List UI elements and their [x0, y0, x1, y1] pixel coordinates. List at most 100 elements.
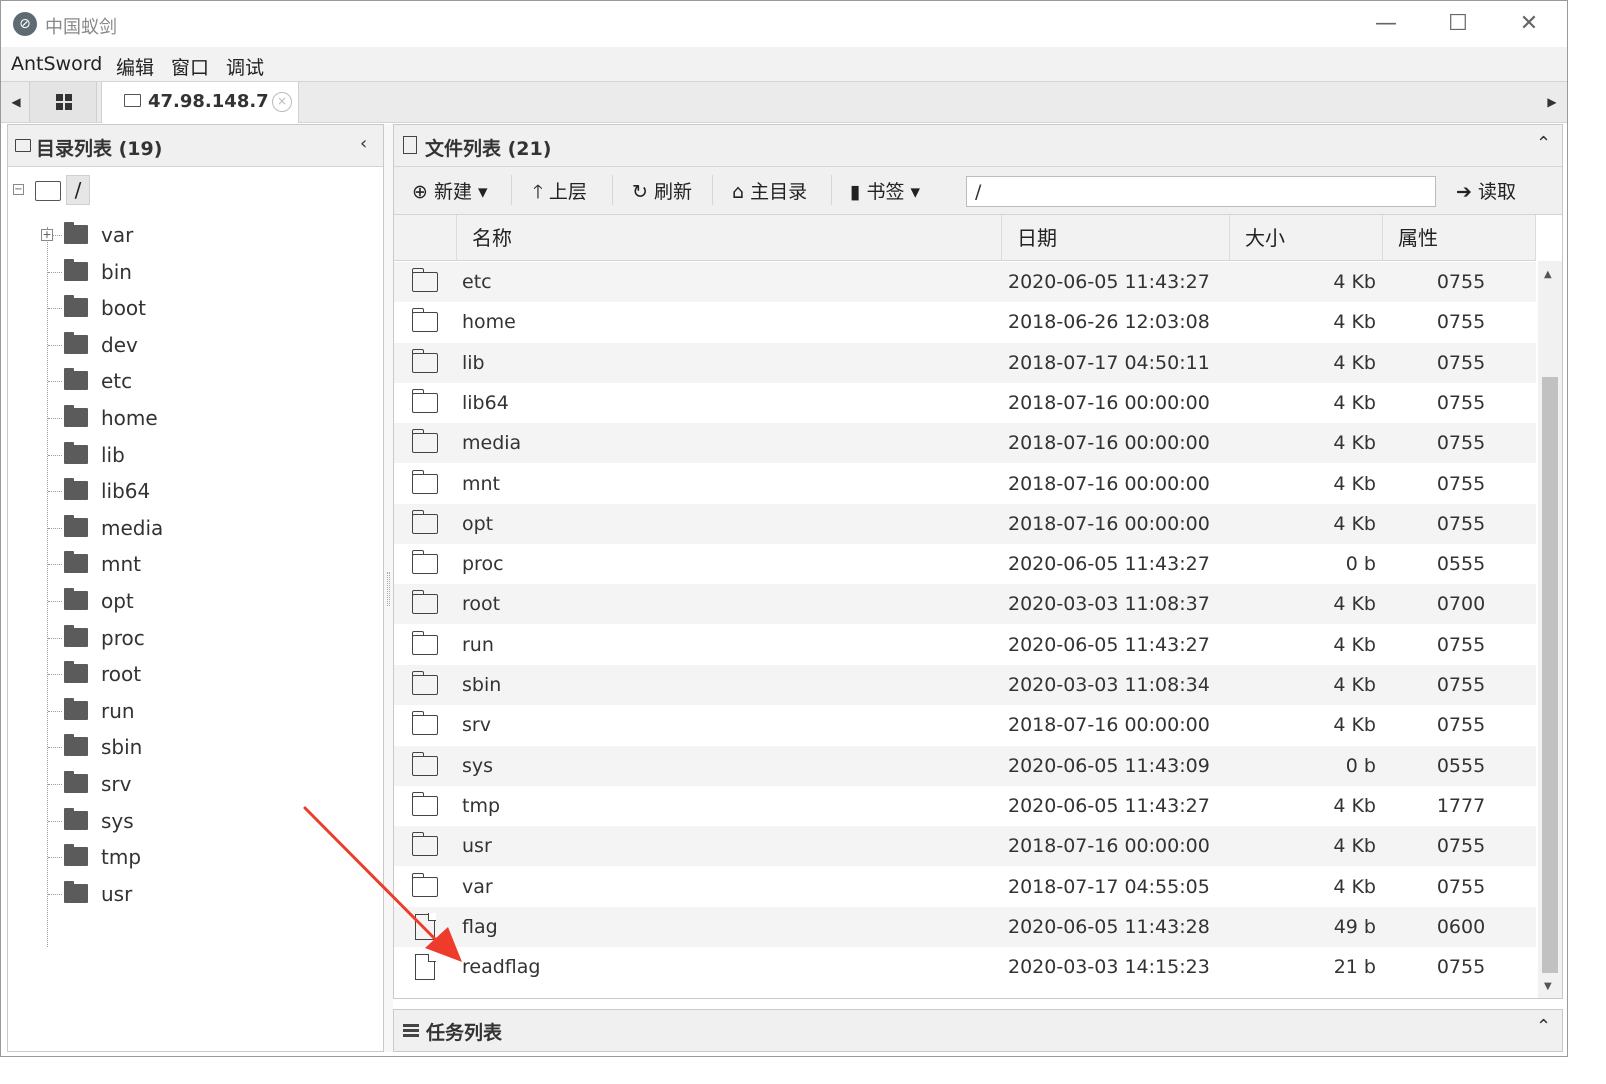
tree-item-run[interactable]: run	[8, 693, 383, 729]
tree-item-root[interactable]: root	[8, 656, 383, 692]
tree-item-label: root	[101, 662, 142, 687]
expand-task-icon[interactable]: ⌃	[1536, 1016, 1551, 1037]
menu-window[interactable]: 窗口	[171, 53, 209, 80]
menu-antsword[interactable]: AntSword	[11, 53, 102, 75]
menu-edit[interactable]: 编辑	[116, 53, 154, 80]
cell-date: 2018-07-16 00:00:00	[1008, 714, 1210, 737]
up-level-button[interactable]: 🡑 上层	[533, 177, 587, 203]
tree-branch-line	[48, 784, 62, 785]
table-row[interactable]: sbin 2020-03-03 11:08:34 4 Kb 0755	[394, 665, 1536, 705]
table-row[interactable]: tmp 2020-06-05 11:43:27 4 Kb 1777	[394, 786, 1536, 826]
tree-branch-line	[48, 308, 62, 310]
table-row[interactable]: lib64 2018-07-16 00:00:00 4 Kb 0755	[394, 383, 1536, 423]
folder-icon	[64, 514, 88, 537]
table-row[interactable]: usr 2018-07-16 00:00:00 4 Kb 0755	[394, 826, 1536, 867]
bookmark-button[interactable]: ▮ 书签 ▾	[850, 177, 920, 203]
folder-icon	[64, 624, 88, 647]
tree-item-proc[interactable]: proc	[8, 620, 383, 656]
table-row[interactable]: etc 2020-06-05 11:43:27 4 Kb 0755	[394, 262, 1536, 302]
cell-name: flag	[462, 915, 498, 938]
folder-icon	[64, 441, 88, 464]
column-header-attr[interactable]: 属性	[1383, 215, 1536, 261]
cell-name: etc	[462, 271, 492, 293]
tree-item-lib64[interactable]: lib64	[8, 473, 383, 509]
collapse-up-icon[interactable]: ⌃	[1536, 133, 1551, 154]
splitter-grip-icon[interactable]	[387, 572, 390, 606]
maximize-button[interactable]: ☐	[1435, 7, 1481, 41]
column-header-name[interactable]: 名称	[457, 215, 1002, 261]
table-row[interactable]: flag 2020-06-05 11:43:28 49 b 0600	[394, 906, 1536, 947]
scroll-down-icon[interactable]: ▼	[1544, 981, 1552, 992]
tab-server[interactable]: 47.98.148.7 ×	[101, 82, 299, 123]
tree-item-usr[interactable]: usr	[8, 876, 383, 912]
cell-size: 4 Kb	[1333, 794, 1376, 817]
scroll-up-icon[interactable]: ▲	[1544, 269, 1552, 280]
table-row[interactable]: root 2020-03-03 11:08:37 4 Kb 0700	[394, 584, 1536, 625]
cell-attr: 0755	[1436, 714, 1486, 737]
task-list-icon	[403, 1024, 419, 1038]
table-row[interactable]: readflag 2020-03-03 14:15:23 21 b 0755	[394, 947, 1536, 987]
tree-item-label: mnt	[101, 552, 141, 577]
path-input[interactable]	[966, 176, 1436, 207]
home-dir-button[interactable]: ⌂ 主目录	[732, 177, 807, 203]
tree-branch-line	[48, 454, 62, 456]
column-header-date[interactable]: 日期	[1002, 215, 1230, 261]
tree-item-etc[interactable]: etc	[8, 363, 383, 399]
file-panel-title: 文件列表 (21)	[425, 138, 552, 160]
toolbar-divider	[612, 175, 613, 205]
tree-item-label: media	[101, 515, 164, 540]
scrollbar-thumb[interactable]	[1542, 377, 1558, 973]
tree-item-label: sys	[101, 808, 134, 833]
tab-home[interactable]	[29, 82, 97, 122]
tree-item-sys[interactable]: sys	[8, 803, 383, 839]
tab-scroll-left-icon[interactable]: ◀	[3, 82, 29, 122]
tree-item-bin[interactable]: bin	[8, 254, 383, 290]
tree-item-var[interactable]: + var	[8, 217, 383, 253]
menu-debug[interactable]: 调试	[226, 53, 264, 80]
minimize-button[interactable]: —	[1363, 7, 1409, 41]
column-header-size[interactable]: 大小	[1230, 215, 1383, 261]
tree-expand-toggle[interactable]: +	[41, 229, 53, 241]
table-row[interactable]: srv 2018-07-16 00:00:00 4 Kb 0755	[394, 705, 1536, 745]
refresh-button[interactable]: ↻ 刷新	[632, 177, 692, 203]
tree-item-dev[interactable]: dev	[8, 327, 383, 363]
tab-scroll-right-icon[interactable]: ▶	[1539, 82, 1565, 122]
table-row[interactable]: run 2020-06-05 11:43:27 4 Kb 0755	[394, 625, 1536, 665]
folder-icon	[64, 331, 88, 354]
tree-branch-line	[48, 344, 62, 346]
tree-item-lib[interactable]: lib	[8, 437, 383, 473]
table-row[interactable]: var 2018-07-17 04:55:05 4 Kb 0755	[394, 867, 1536, 907]
folder-icon	[411, 308, 438, 333]
cell-date: 2018-06-26 12:03:08	[1008, 311, 1210, 334]
cell-size: 0 b	[1345, 553, 1376, 576]
tab-close-icon[interactable]: ×	[272, 92, 292, 112]
tree-item-tmp[interactable]: tmp	[8, 839, 383, 875]
table-row[interactable]: media 2018-07-16 00:00:00 4 Kb 0755	[394, 423, 1536, 464]
tree-item-srv[interactable]: srv	[8, 766, 383, 802]
table-row[interactable]: proc 2020-06-05 11:43:27 0 b 0555	[394, 544, 1536, 584]
table-row[interactable]: lib 2018-07-17 04:50:11 4 Kb 0755	[394, 342, 1536, 383]
tree-item-sbin[interactable]: sbin	[8, 729, 383, 765]
read-button[interactable]: ➔ 读取	[1456, 177, 1516, 203]
vertical-scrollbar[interactable]: ▲ ▼	[1538, 261, 1562, 998]
tree-item-home[interactable]: home	[8, 400, 383, 436]
tree-item-media[interactable]: media	[8, 510, 383, 546]
table-row[interactable]: opt 2018-07-16 00:00:00 4 Kb 0755	[394, 503, 1536, 544]
table-row[interactable]: sys 2020-06-05 11:43:09 0 b 0555	[394, 745, 1536, 786]
new-button[interactable]: ⊕ 新建 ▾	[412, 177, 488, 203]
folder-icon	[15, 139, 31, 152]
table-row[interactable]: home 2018-06-26 12:03:08 4 Kb 0755	[394, 302, 1536, 342]
folder-icon	[124, 94, 141, 107]
table-row[interactable]: mnt 2018-07-16 00:00:00 4 Kb 0755	[394, 464, 1536, 504]
panel-splitter[interactable]	[384, 124, 393, 1052]
tree-root-label[interactable]: /	[66, 175, 90, 205]
grid-icon	[56, 94, 72, 110]
tree-item-opt[interactable]: opt	[8, 583, 383, 619]
cell-date: 2020-03-03 11:08:37	[1008, 593, 1210, 616]
tree-collapse-toggle[interactable]: −	[13, 184, 24, 195]
toolbar-divider	[712, 175, 713, 205]
tree-item-boot[interactable]: boot	[8, 290, 383, 326]
collapse-left-icon[interactable]: ‹	[360, 133, 367, 154]
close-button[interactable]: ✕	[1506, 7, 1552, 41]
tree-item-mnt[interactable]: mnt	[8, 546, 383, 582]
